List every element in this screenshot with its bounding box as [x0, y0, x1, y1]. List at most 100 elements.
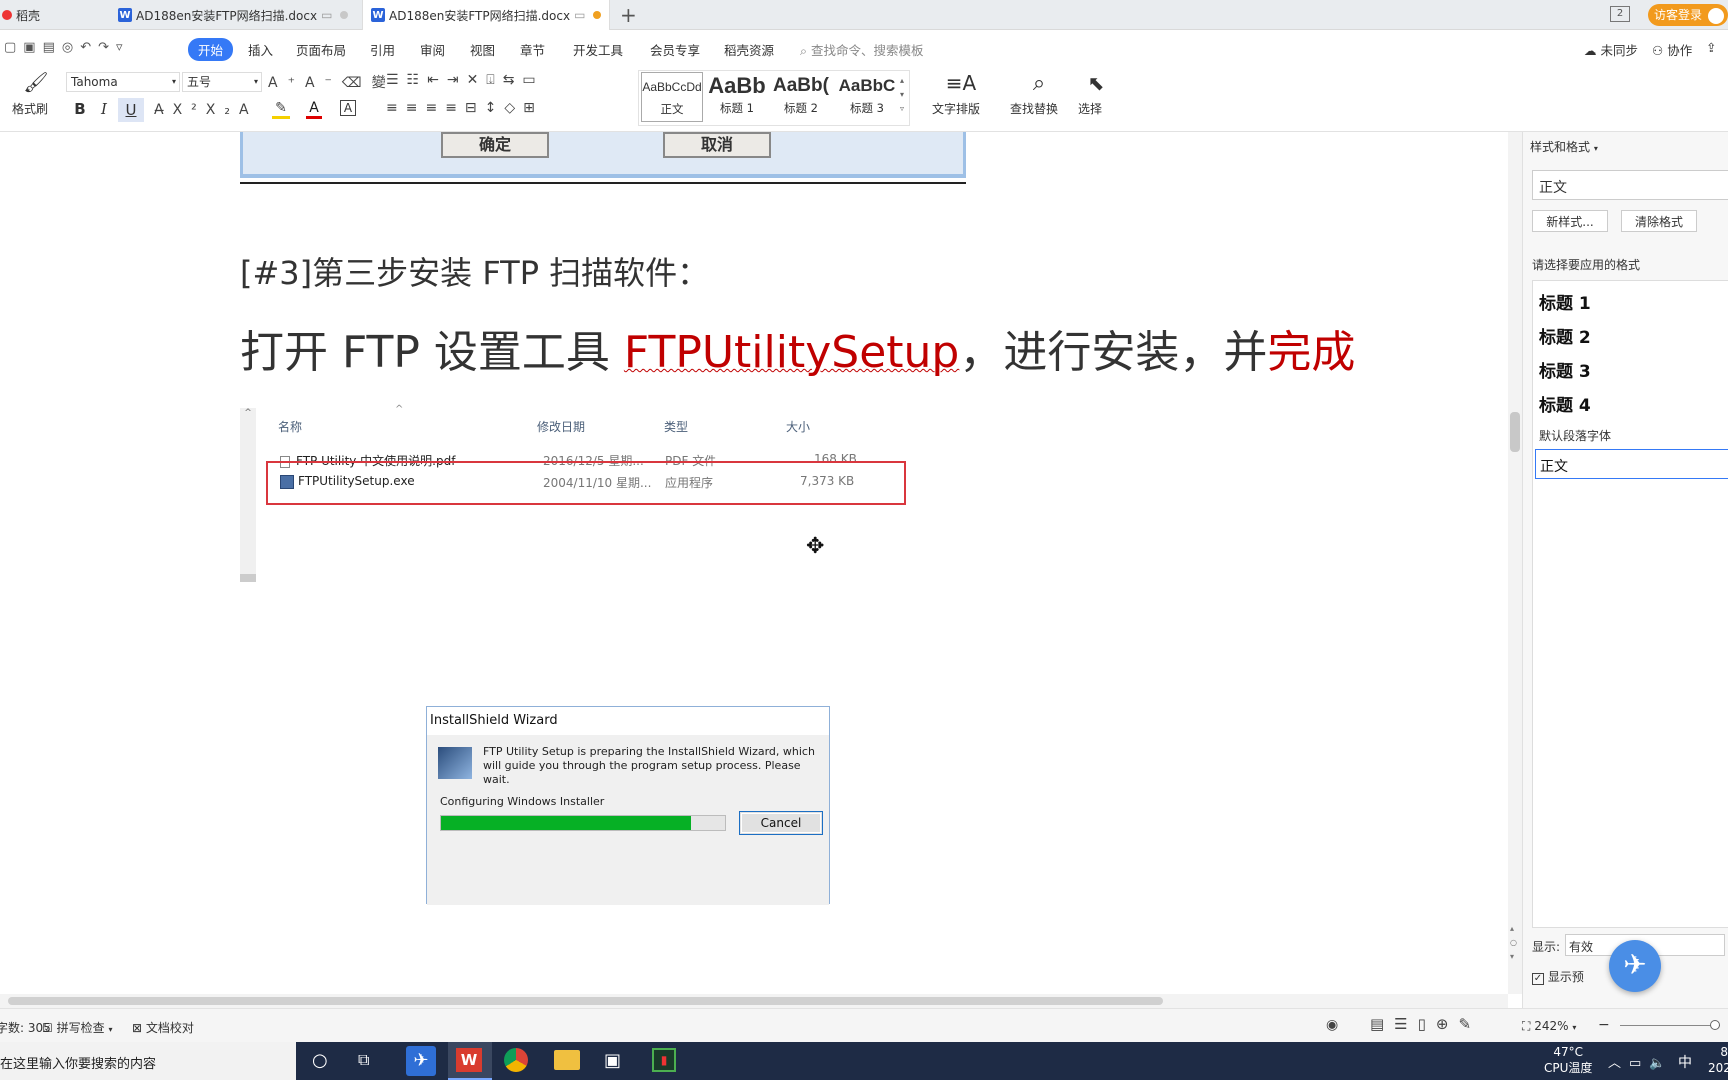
command-search[interactable]: ⌕ 查找命令、搜索模板: [800, 40, 924, 59]
file-explorer-icon[interactable]: [554, 1050, 580, 1070]
menu-insert[interactable]: 插入: [248, 40, 273, 59]
font-size-select[interactable]: 五号 ▾: [182, 72, 262, 92]
find-replace-button[interactable]: 查找替换: [1010, 100, 1058, 117]
brush-icon[interactable]: 🖌: [16, 70, 56, 94]
clock[interactable]: 8 202: [1708, 1044, 1728, 1076]
ime-indicator[interactable]: 中: [1678, 1052, 1692, 1072]
page-nav-icons[interactable]: ▴ ○ ▾: [1510, 922, 1517, 964]
style-heading-3[interactable]: AaBbC 标题 3: [834, 72, 900, 122]
spell-label: 拼写检查: [56, 1021, 105, 1035]
font-size-controls[interactable]: A⁺A⁻⌫變: [268, 72, 396, 92]
status-dot: [340, 11, 349, 19]
sync-button[interactable]: ☁ 未同步: [1584, 40, 1638, 59]
col-size: 大小: [786, 420, 811, 434]
scroll-thumb[interactable]: [1510, 412, 1520, 452]
zoom-slider[interactable]: [1620, 1020, 1720, 1030]
underline-button[interactable]: U: [118, 98, 144, 122]
style-list-item[interactable]: 标题 2: [1539, 323, 1591, 348]
login-button[interactable]: 访客登录: [1648, 4, 1728, 26]
spell-check-button[interactable]: ☑ 拼写检查 ▾: [42, 1019, 112, 1036]
chrome-icon[interactable]: [504, 1048, 528, 1072]
share-icon[interactable]: ⇪: [1706, 40, 1716, 55]
style-list-item[interactable]: 标题 4: [1539, 391, 1591, 416]
menu-chapter[interactable]: 章节: [520, 40, 545, 59]
tab-label: AD188en安装FTP网络扫描.docx: [389, 8, 571, 23]
current-style-field[interactable]: 正文: [1532, 170, 1728, 200]
menu-daoke-resources[interactable]: 稻壳资源: [724, 40, 774, 59]
system-tray-icons[interactable]: ︿▭🔈: [1608, 1052, 1673, 1071]
cpu-temp-widget[interactable]: 47°C CPU温度: [1544, 1044, 1592, 1076]
quick-access-icons[interactable]: ▢▣▤◎↶↷▿: [4, 40, 130, 55]
feishu-icon[interactable]: ✈: [406, 1046, 436, 1076]
chevron-down-icon: ▾: [1572, 1023, 1577, 1032]
wps-taskbar-button[interactable]: W: [448, 1042, 492, 1080]
format-painter-button[interactable]: 格式刷: [12, 100, 48, 117]
alignment-buttons[interactable]: ≡≡≡≡⊟↕◇⊞: [386, 100, 543, 116]
menu-references[interactable]: 引用: [370, 40, 395, 59]
tab-daoke[interactable]: 稻壳: [0, 0, 110, 30]
font-color-icon[interactable]: A: [306, 100, 322, 119]
show-preview-label: 显示预: [1547, 970, 1584, 984]
zoom-control[interactable]: ⛶ 242% ▾: [1522, 1019, 1576, 1034]
assistant-bird-icon[interactable]: ✈: [1609, 940, 1661, 992]
task-view-icon[interactable]: ⧉: [358, 1050, 369, 1070]
zoom-slider-thumb[interactable]: [1710, 1020, 1720, 1030]
style-name: 标题 2: [784, 101, 818, 115]
select-button[interactable]: 选择: [1078, 100, 1102, 117]
pane-title[interactable]: 样式和格式 ▾: [1530, 138, 1598, 155]
style-name: 标题 3: [850, 101, 884, 115]
italic-button[interactable]: I: [96, 100, 112, 118]
taskbar-search-box[interactable]: 在这里输入你要搜索的内容: [0, 1042, 296, 1080]
menu-home[interactable]: 开始: [188, 38, 234, 61]
highlight-icon[interactable]: ✎: [272, 100, 290, 119]
show-preview-checkbox[interactable]: ✓ 显示预: [1532, 968, 1584, 985]
cortana-icon[interactable]: ○: [312, 1050, 328, 1071]
menu-member[interactable]: 会员专享: [650, 40, 700, 59]
text-layout-button[interactable]: 文字排版: [932, 100, 980, 117]
hscroll-thumb[interactable]: [8, 997, 1163, 1005]
style-heading-1[interactable]: AaBb 标题 1: [706, 72, 768, 122]
menu-page-layout[interactable]: 页面布局: [296, 40, 346, 59]
menu-review[interactable]: 审阅: [420, 40, 445, 59]
eye-icon[interactable]: ◉: [1326, 1017, 1338, 1033]
view-mode-buttons[interactable]: ▤☰▯⊕✎: [1370, 1015, 1481, 1033]
tab-document-1[interactable]: W AD188en安装FTP网络扫描.docx ▭: [110, 0, 360, 30]
doc-check-button[interactable]: ⊠ 文档校对: [132, 1019, 194, 1036]
window-count-badge[interactable]: 2: [1610, 6, 1630, 22]
vertical-scrollbar[interactable]: ▴ ○ ▾: [1508, 132, 1522, 994]
cursor-arrow-icon[interactable]: ⬉: [1084, 70, 1108, 96]
style-heading-2[interactable]: AaBb( 标题 2: [770, 72, 832, 122]
document-canvas[interactable]: 确定 取消 [#3]第三步安装 FTP 扫描软件： 打开 FTP 设置工具 FT…: [0, 132, 1508, 994]
clear-format-button[interactable]: 清除格式: [1621, 210, 1697, 232]
zoom-out-button[interactable]: −: [1598, 1017, 1610, 1033]
font-name-select[interactable]: Tahoma ▾: [66, 72, 180, 92]
char-border-icon[interactable]: A: [340, 100, 356, 116]
style-list-item-selected[interactable]: 正文: [1535, 449, 1728, 479]
text-effects-buttons[interactable]: A̶X²X₂A: [154, 102, 258, 118]
tab-document-2[interactable]: W AD188en安装FTP网络扫描.docx ▭: [362, 0, 610, 30]
style-list-item[interactable]: 标题 1: [1539, 289, 1591, 314]
menu-view[interactable]: 视图: [470, 40, 495, 59]
text-layout-icon[interactable]: ≡A: [946, 70, 976, 96]
horizontal-scrollbar[interactable]: [0, 994, 1508, 1008]
menu-developer[interactable]: 开发工具: [573, 40, 623, 59]
highlight-filename: FTPUtilitySetup: [623, 327, 960, 378]
style-name: 正文: [660, 102, 684, 116]
wps-icon: W: [456, 1048, 482, 1072]
new-tab-button[interactable]: +: [620, 3, 637, 27]
new-style-button[interactable]: 新样式...: [1532, 210, 1608, 232]
camera-icon[interactable]: ▣: [604, 1050, 621, 1071]
style-list-item[interactable]: 标题 3: [1539, 357, 1591, 382]
bold-button[interactable]: B: [72, 100, 88, 118]
explorer-scrollbar: ^: [240, 408, 256, 574]
show-label: 显示:: [1532, 940, 1561, 954]
chevron-down-icon: ▾: [253, 77, 258, 86]
style-scroll-icon[interactable]: ▴ ▾ ▿: [900, 74, 904, 116]
collaborate-button[interactable]: ⚇ 协作: [1652, 40, 1692, 59]
paragraph-list-buttons[interactable]: ☰☷⇤⇥✕⍗⇆▭: [386, 72, 544, 88]
daoke-icon: [2, 10, 12, 20]
style-normal[interactable]: AaBbCcDd 正文: [641, 72, 703, 122]
app-icon[interactable]: ▮: [652, 1048, 676, 1072]
magnifier-icon[interactable]: ⌕: [1024, 70, 1054, 96]
style-list-item[interactable]: 默认段落字体: [1539, 427, 1611, 444]
